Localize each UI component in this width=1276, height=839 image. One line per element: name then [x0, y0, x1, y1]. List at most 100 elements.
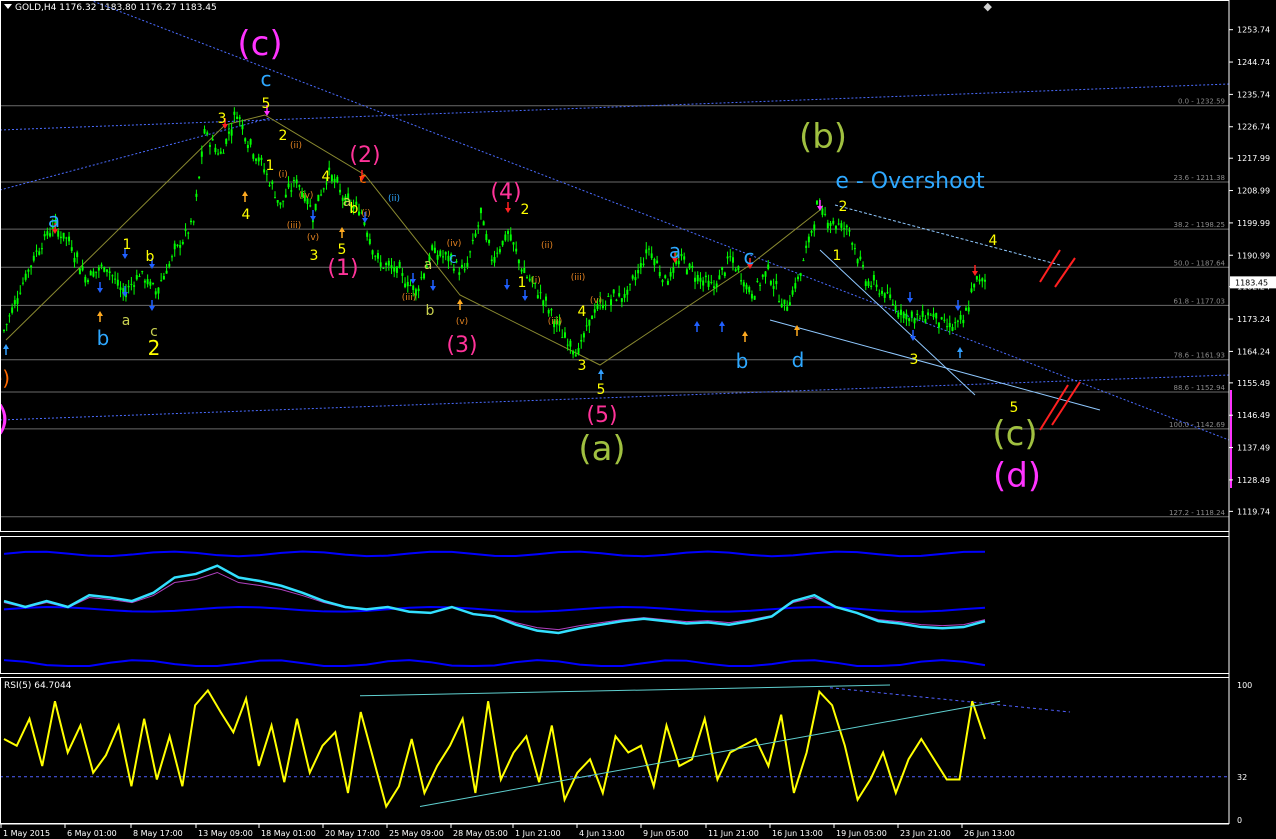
- candle-body: [111, 275, 114, 277]
- candle-body: [442, 256, 445, 258]
- candle-body: [750, 293, 753, 299]
- wave-label: (iv): [299, 191, 314, 201]
- candle-body: [24, 273, 27, 280]
- axes: 1253.74 1244.74 1235.74 1226.74 1217.99 1208.…: [0, 0, 1276, 838]
- candle-body: [786, 306, 789, 311]
- candle-body: [130, 283, 133, 285]
- candle-body: [401, 273, 404, 276]
- candle-body: [745, 284, 748, 290]
- x-tick-label: 8 May 17:00: [133, 829, 183, 838]
- candle-body: [875, 284, 878, 288]
- candle-body: [95, 271, 98, 273]
- candle-body: [471, 239, 474, 242]
- y-tick-label: 1226.74: [1237, 123, 1270, 132]
- candle-body: [618, 293, 621, 297]
- candle-body: [92, 271, 95, 277]
- upper-band: [3, 550, 986, 558]
- candle-body: [623, 293, 626, 298]
- candle-body: [948, 322, 951, 328]
- candle-body: [840, 223, 843, 228]
- wave-label: 2: [521, 202, 530, 218]
- candle-body: [718, 275, 721, 280]
- x-tick-label: 26 Jun 13:00: [964, 829, 1015, 838]
- candle-body: [504, 234, 507, 241]
- trendline-d-line: [769, 319, 1101, 411]
- candle-body: [878, 293, 881, 295]
- wave-label: b): [0, 399, 9, 439]
- wave-label: 4: [989, 233, 998, 249]
- candle-body: [959, 315, 962, 320]
- wave-label: (i): [361, 209, 371, 219]
- close-chart-icon[interactable]: ◆: [984, 0, 992, 13]
- trendline-channel: [819, 249, 976, 396]
- wave-label: 3: [218, 111, 227, 127]
- candle-body: [165, 270, 168, 274]
- candle-body: [753, 295, 756, 300]
- candle-body: [764, 271, 767, 277]
- candle-body: [268, 185, 271, 187]
- candle-body: [309, 205, 312, 207]
- candle-body: [775, 281, 778, 285]
- candle-body: [924, 318, 927, 323]
- candle-body: [967, 307, 970, 312]
- candle-body: [219, 151, 222, 154]
- candle-body: [889, 294, 892, 299]
- candle-body: [460, 264, 463, 268]
- candle-body: [496, 252, 499, 254]
- wave-label: 5: [262, 96, 271, 112]
- candle-body: [713, 286, 716, 289]
- candle-body: [382, 267, 385, 269]
- candle-body: [843, 228, 846, 230]
- wave-connector: [5, 114, 266, 341]
- candle-body: [214, 147, 217, 153]
- candle-body: [778, 301, 781, 303]
- candle-body: [672, 267, 675, 273]
- candle-body: [114, 278, 117, 280]
- y-tick-label: 1155.49: [1237, 379, 1270, 388]
- candle-body: [143, 280, 146, 283]
- candle-body: [292, 179, 295, 182]
- candle-body: [387, 260, 390, 266]
- y-tick-label: 1146.49: [1237, 411, 1270, 420]
- candle-body: [385, 263, 388, 265]
- candle-body: [973, 283, 976, 288]
- wave-label: (iii): [571, 273, 586, 283]
- symbol-header: GOLD,H4 1176.32 1183.80 1176.27 1183.45: [4, 3, 217, 13]
- candle-body: [431, 245, 434, 250]
- candle-body: [515, 248, 518, 252]
- candle-body: [634, 277, 637, 281]
- candle-body: [5, 324, 8, 326]
- x-tick-label: 16 Jun 13:00: [772, 829, 823, 838]
- candle-body: [317, 194, 320, 202]
- candle-body: [867, 281, 870, 286]
- candle-body: [826, 222, 829, 229]
- candle-body: [236, 116, 239, 120]
- dropdown-arrow-icon[interactable]: [4, 4, 12, 9]
- candle-body: [563, 332, 566, 338]
- candle-body: [119, 287, 122, 290]
- wave-label: 2: [148, 336, 161, 360]
- candle-body: [824, 213, 827, 215]
- candle-body: [740, 280, 743, 282]
- rsi-pane: [0, 684, 1229, 809]
- candle-body: [639, 263, 642, 268]
- candle-body: [260, 157, 263, 160]
- candle-body: [133, 285, 136, 287]
- candle-body: [314, 203, 317, 211]
- y-tick-label: 1244.74: [1237, 58, 1270, 67]
- candle-body: [715, 283, 718, 288]
- candle-body: [767, 264, 770, 269]
- fib-label: 0.0 - 1232.59: [1178, 98, 1225, 106]
- x-tick-label: 1 Jun 21:00: [515, 829, 561, 838]
- candle-body: [19, 292, 22, 294]
- y-tick-label: 1253.74: [1237, 26, 1270, 35]
- fib-label: 127.2 - 1118.24: [1169, 509, 1226, 517]
- wave-label: e - Overshoot: [835, 169, 985, 194]
- wave-label: (c): [237, 24, 282, 64]
- candle-body: [100, 264, 103, 267]
- wave-label: (d): [993, 456, 1041, 496]
- candle-body: [921, 310, 924, 317]
- candle-body: [371, 250, 374, 255]
- candle-body: [791, 290, 794, 295]
- candle-body: [208, 145, 211, 147]
